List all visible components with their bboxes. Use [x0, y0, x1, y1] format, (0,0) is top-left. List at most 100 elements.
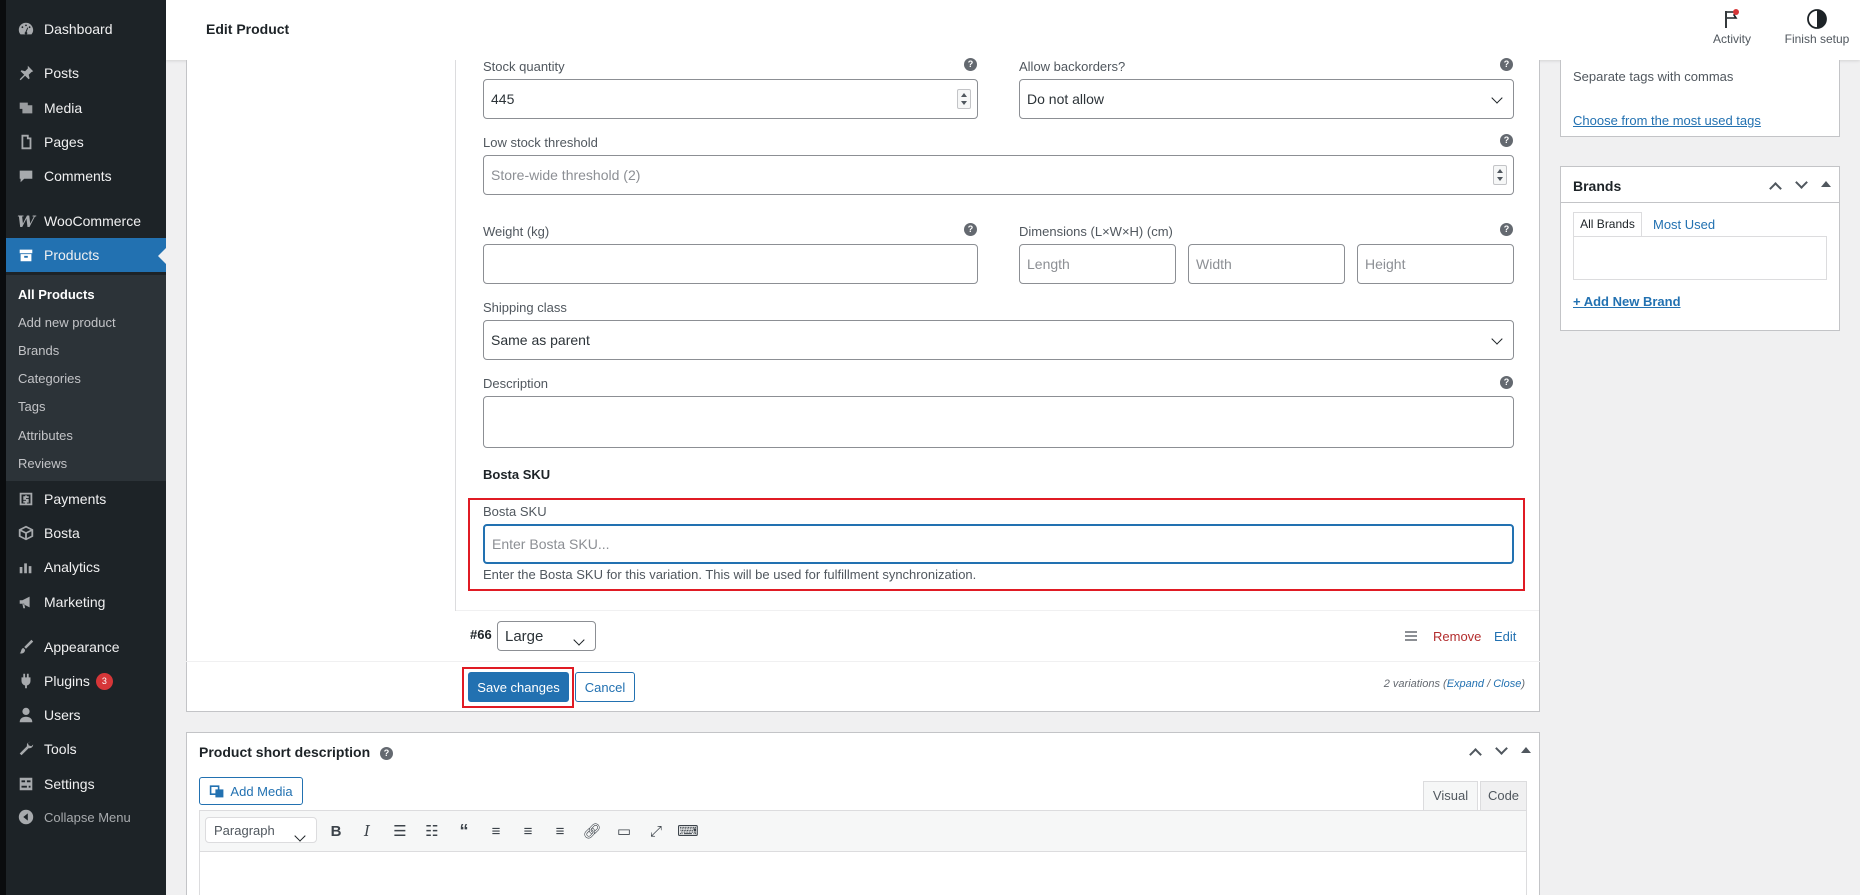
submenu-all-products[interactable]: All Products — [18, 287, 95, 302]
pages-icon — [17, 133, 35, 151]
length-placeholder: Length — [1027, 256, 1070, 272]
menu-label: Marketing — [44, 594, 106, 610]
add-new-brand-link[interactable]: + Add New Brand — [1573, 294, 1681, 309]
menu-posts[interactable]: Posts — [6, 56, 166, 90]
help-icon[interactable]: ? — [1500, 134, 1513, 147]
shipping-class-label: Shipping class — [483, 300, 567, 315]
menu-marketing[interactable]: Marketing — [6, 585, 166, 619]
brands-title: Brands — [1573, 178, 1622, 194]
allow-backorders-select[interactable]: Do not allow — [1019, 79, 1514, 119]
remove-variation-link[interactable]: Remove — [1433, 629, 1481, 644]
submenu-tags[interactable]: Tags — [18, 399, 45, 414]
description-label: Description — [483, 376, 549, 391]
help-icon[interactable]: ? — [380, 747, 393, 760]
link-icon[interactable]: 🔗︎ — [582, 821, 602, 841]
choose-tags-link[interactable]: Choose from the most used tags — [1573, 113, 1761, 128]
variation-row[interactable] — [456, 610, 1539, 660]
toggle-panel-icon[interactable] — [1521, 747, 1531, 753]
dimensions-label: Dimensions (L×W×H) (cm) — [1019, 224, 1173, 239]
tab-most-used[interactable]: Most Used — [1653, 217, 1715, 232]
weight-input[interactable] — [483, 244, 978, 284]
numbered-list-icon[interactable]: ☷ — [422, 821, 442, 841]
stepper-icon[interactable] — [957, 89, 971, 109]
menu-media[interactable]: Media — [6, 91, 166, 125]
help-icon[interactable]: ? — [964, 58, 977, 71]
finish-setup-button[interactable]: Finish setup — [1776, 8, 1858, 46]
wrench-icon — [17, 740, 35, 758]
menu-payments[interactable]: Payments — [6, 482, 166, 516]
collapse-menu-button[interactable]: Collapse Menu — [6, 800, 166, 834]
cancel-button[interactable]: Cancel — [575, 672, 635, 702]
bold-icon[interactable]: B — [326, 821, 346, 841]
menu-label: Analytics — [44, 559, 101, 575]
help-icon[interactable]: ? — [964, 223, 977, 236]
menu-dashboard[interactable]: Dashboard — [6, 12, 166, 46]
variation-size-select[interactable]: Large — [497, 621, 596, 651]
tab-visual[interactable]: Visual — [1423, 781, 1478, 810]
submenu-reviews[interactable]: Reviews — [18, 456, 67, 471]
height-input[interactable]: Height — [1357, 244, 1514, 284]
width-input[interactable]: Width — [1188, 244, 1345, 284]
menu-bosta[interactable]: Bosta — [6, 516, 166, 550]
tab-all-brands[interactable]: All Brands — [1573, 212, 1642, 237]
submenu-brands[interactable]: Brands — [18, 343, 59, 358]
close-link[interactable]: Close — [1493, 678, 1521, 690]
add-media-button[interactable]: Add Media — [199, 777, 303, 805]
menu-label: Pages — [44, 134, 84, 150]
expand-link[interactable]: Expand — [1447, 678, 1484, 690]
menu-woocommerce[interactable]: W WooCommerce — [6, 204, 166, 238]
brands-list[interactable] — [1573, 236, 1827, 280]
length-input[interactable]: Length — [1019, 244, 1176, 284]
top-header: Edit Product Activity Finish setup — [166, 0, 1860, 60]
help-icon[interactable]: ? — [1500, 58, 1513, 71]
menu-analytics[interactable]: Analytics — [6, 550, 166, 584]
variations-count-text: 2 variations ( — [1383, 678, 1447, 690]
move-up-icon[interactable] — [1769, 182, 1782, 195]
move-up-icon[interactable] — [1469, 748, 1482, 761]
menu-pages[interactable]: Pages — [6, 125, 166, 159]
submenu-add-new-product[interactable]: Add new product — [18, 315, 116, 330]
submenu-attributes[interactable]: Attributes — [18, 428, 73, 443]
blockquote-icon[interactable]: “ — [454, 821, 474, 841]
menu-users[interactable]: Users — [6, 698, 166, 732]
menu-plugins[interactable]: Plugins 3 — [6, 664, 166, 698]
italic-icon[interactable]: I — [357, 821, 377, 841]
toolbar-toggle-icon[interactable]: ⌨ — [677, 821, 699, 841]
bullet-list-icon[interactable]: ☰ — [390, 821, 410, 841]
menu-appearance[interactable]: Appearance — [6, 630, 166, 664]
help-icon[interactable]: ? — [1500, 223, 1513, 236]
variation-id: #66 — [470, 627, 492, 642]
toggle-panel-icon[interactable] — [1821, 181, 1831, 187]
allow-backorders-label: Allow backorders? — [1019, 59, 1126, 74]
menu-label: Dashboard — [44, 21, 113, 37]
submenu-categories[interactable]: Categories — [18, 371, 81, 386]
stepper-icon[interactable] — [1493, 165, 1507, 185]
read-more-icon[interactable]: ▭ — [614, 821, 634, 841]
menu-comments[interactable]: Comments — [6, 159, 166, 193]
stock-quantity-input[interactable]: 445 — [483, 79, 978, 119]
activity-button[interactable]: Activity — [1701, 8, 1763, 46]
low-stock-threshold-input[interactable]: Store-wide threshold (2) — [483, 155, 1514, 195]
bosta-sku-input[interactable]: Enter Bosta SKU... — [483, 524, 1514, 564]
menu-products[interactable]: Products — [6, 238, 166, 272]
move-down-icon[interactable] — [1795, 176, 1808, 189]
edit-variation-link[interactable]: Edit — [1494, 629, 1516, 644]
align-left-icon[interactable]: ≡ — [486, 821, 506, 841]
menu-tools[interactable]: Tools — [6, 732, 166, 766]
menu-label: Tools — [44, 741, 77, 757]
menu-settings[interactable]: Settings — [6, 767, 166, 801]
bosta-sku-heading: Bosta SKU — [483, 467, 551, 482]
save-changes-button[interactable]: Save changes — [468, 672, 569, 702]
help-icon[interactable]: ? — [1500, 376, 1513, 389]
move-down-icon[interactable] — [1495, 742, 1508, 755]
drag-handle-icon[interactable] — [1405, 631, 1417, 641]
fullscreen-icon[interactable]: ⤢ — [646, 821, 666, 841]
low-stock-placeholder: Store-wide threshold (2) — [491, 167, 641, 183]
format-select[interactable]: Paragraph — [205, 817, 317, 843]
align-center-icon[interactable]: ≡ — [518, 821, 538, 841]
editor-content-area[interactable] — [199, 851, 1527, 895]
tab-code[interactable]: Code — [1480, 781, 1527, 810]
shipping-class-select[interactable]: Same as parent — [483, 320, 1514, 360]
align-right-icon[interactable]: ≡ — [550, 821, 570, 841]
description-textarea[interactable] — [483, 396, 1514, 448]
